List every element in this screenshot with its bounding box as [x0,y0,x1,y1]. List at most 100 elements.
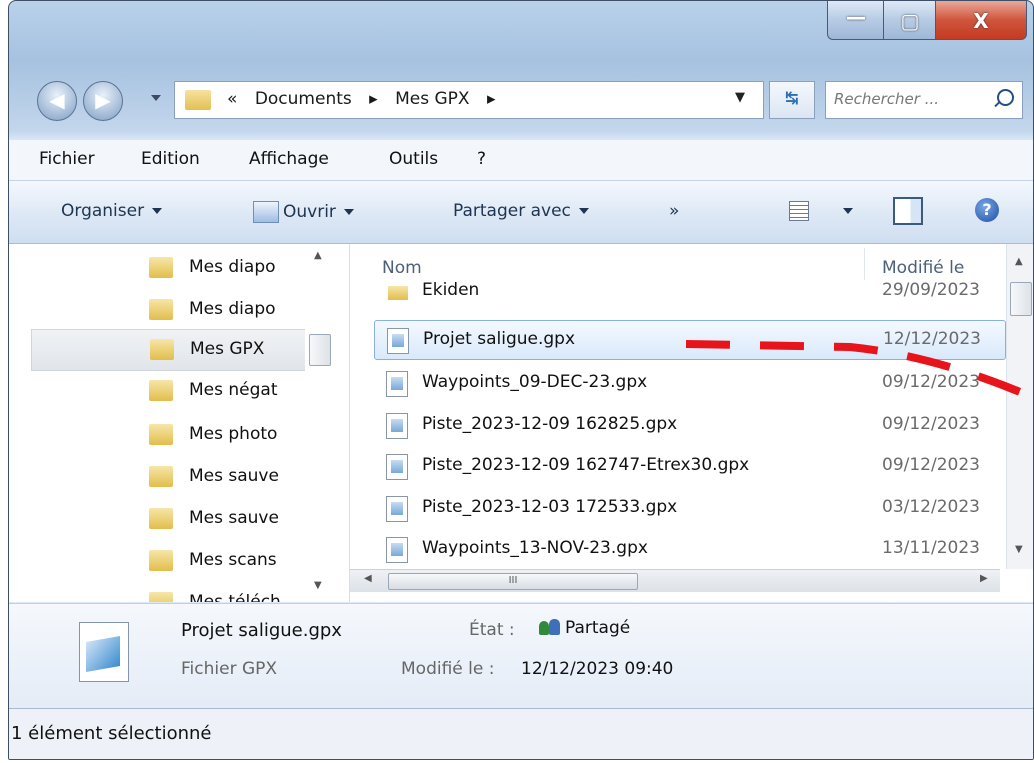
scroll-left-icon[interactable]: ◀ [364,573,372,584]
open-button[interactable]: Ouvrir [253,201,354,223]
menu-affichage[interactable]: Affichage [249,149,329,169]
folder-icon [149,424,173,445]
sidebar-item[interactable]: Mes scans [31,541,307,581]
organize-button[interactable]: Organiser [61,201,163,221]
scroll-right-icon[interactable]: ▶ [980,573,988,584]
details-file-type: Fichier GPX [181,659,278,679]
folder-row[interactable]: Ekiden 29/09/2023 [374,280,1004,308]
menu-fichier[interactable]: Fichier [39,149,95,169]
chevron-down-icon [578,208,589,214]
scroll-down-icon[interactable]: ▼ [1015,544,1023,555]
refresh-button[interactable]: ↹ [769,81,815,119]
navigation-pane: Mes diapo Mes diapo Mes GPX Mes négat Me… [9,244,350,602]
folder-icon [149,299,173,320]
menu-outils[interactable]: Outils [389,149,438,169]
breadcrumb-separator-icon[interactable]: ▸ [487,89,496,109]
horizontal-scrollbar[interactable]: ◀ III ▶ [350,569,1000,592]
file-name: Piste_2023-12-09 162747-Etrex30.gpx [422,455,750,475]
sidebar-scrollbar[interactable]: ▲ ▼ [305,244,335,602]
forward-button[interactable]: ▶ [83,81,123,121]
search-input[interactable] [834,88,982,110]
gpx-file-icon [386,413,408,439]
sidebar-item-label: Mes GPX [190,339,265,359]
more-commands-button[interactable]: » [669,201,679,221]
horizontal-scroll-thumb[interactable]: III [388,573,638,590]
sidebar-item-label: Mes scans [189,550,277,570]
details-pane: Projet saligue.gpx Fichier GPX État : Pa… [9,603,1033,708]
file-name: Waypoints_13-NOV-23.gpx [422,538,648,558]
open-label: Ouvrir [283,202,336,222]
file-row[interactable]: Piste_2023-12-03 172533.gpx 03/12/2023 [374,489,1004,527]
details-file-name: Projet saligue.gpx [181,620,342,641]
menu-help[interactable]: ? [477,149,486,169]
details-state-label: État : [469,620,515,640]
gpx-file-icon [386,496,408,522]
preview-pane-icon[interactable] [893,197,923,225]
file-date: 03/12/2023 [882,497,980,517]
address-bar[interactable]: « Documents ▸ Mes GPX ▸ ▼ [174,81,764,119]
column-divider[interactable] [864,248,865,280]
scroll-up-icon[interactable]: ▲ [314,250,322,261]
sidebar-item[interactable]: Mes négat [31,371,307,411]
sidebar-item-label: Mes téléch [189,592,281,602]
close-icon: X [973,9,989,33]
sidebar-item[interactable]: Mes téléch [31,583,307,602]
folder-icon [185,90,211,110]
chevron-down-icon [152,208,163,214]
file-name: Piste_2023-12-03 172533.gpx [422,497,678,517]
file-date: 09/12/2023 [882,414,980,434]
organize-label: Organiser [61,201,145,221]
forward-arrow-icon: ▶ [95,88,111,112]
file-list: Nom Modifié le Ekiden 29/09/2023 Projet … [350,244,1033,602]
file-list-scrollbar[interactable]: ▲ ▼ [1006,244,1033,569]
share-label: Partager avec [453,201,571,221]
column-header: Nom Modifié le [350,244,1033,284]
file-row[interactable]: Waypoints_09-DEC-23.gpx 09/12/2023 [374,364,1004,402]
maximize-button[interactable]: ▢ [883,1,937,40]
column-name-header[interactable]: Nom [382,258,422,278]
breadcrumb-separator-icon[interactable]: ▸ [369,89,378,109]
gpx-file-icon [386,537,408,563]
sidebar-item[interactable]: Mes diapo [31,248,307,288]
change-view-icon[interactable] [789,201,809,221]
sidebar-item[interactable]: Mes sauve [31,499,307,539]
file-row[interactable]: Waypoints_13-NOV-23.gpx 13/11/2023 [374,530,1004,568]
folder-icon [149,508,173,529]
details-state-value: Partagé [565,618,631,638]
minimize-button[interactable]: — [827,1,885,40]
back-button[interactable]: ◀ [37,81,77,121]
file-date: 12/12/2023 [883,329,981,349]
gpx-file-icon [79,622,129,682]
menu-edition[interactable]: Edition [141,149,200,169]
search-box[interactable] [825,81,1023,119]
sidebar-item-label: Mes diapo [189,257,276,277]
file-list-scroll-thumb[interactable] [1010,282,1032,316]
sidebar-item[interactable]: Mes sauve [31,457,307,497]
sidebar-item-selected[interactable]: Mes GPX [31,329,309,371]
open-icon [253,201,279,223]
column-modified-header[interactable]: Modifié le [882,258,964,278]
file-row[interactable]: Piste_2023-12-09 162747-Etrex30.gpx 09/1… [374,447,1004,485]
details-modified-value: 12/12/2023 09:40 [521,659,674,679]
scroll-up-icon[interactable]: ▲ [1015,256,1023,267]
breadcrumb-mes-gpx[interactable]: Mes GPX [395,89,469,109]
details-state: Partagé [539,618,630,638]
sidebar-scroll-thumb[interactable] [309,334,331,366]
close-button[interactable]: X [935,1,1027,40]
file-date: 13/11/2023 [882,538,980,558]
scroll-down-icon[interactable]: ▼ [314,580,322,591]
sidebar-item[interactable]: Mes diapo [31,290,307,330]
help-icon[interactable]: ? [975,198,999,222]
breadcrumb-documents[interactable]: Documents [255,89,352,109]
recent-pages-dropdown-icon[interactable] [151,95,161,101]
file-row[interactable]: Piste_2023-12-09 162825.gpx 09/12/2023 [374,406,1004,444]
sidebar-item-label: Mes photo [189,424,278,444]
breadcrumb-overflow[interactable]: « [227,89,237,109]
view-options-dropdown[interactable] [835,201,853,221]
file-row-selected[interactable]: Projet saligue.gpx 12/12/2023 [374,320,1006,360]
address-dropdown-icon[interactable]: ▼ [735,90,745,105]
share-button[interactable]: Partager avec [453,201,589,221]
sidebar-item[interactable]: Mes photo [31,415,307,455]
sidebar-item-label: Mes diapo [189,299,276,319]
search-icon[interactable] [997,89,1014,106]
